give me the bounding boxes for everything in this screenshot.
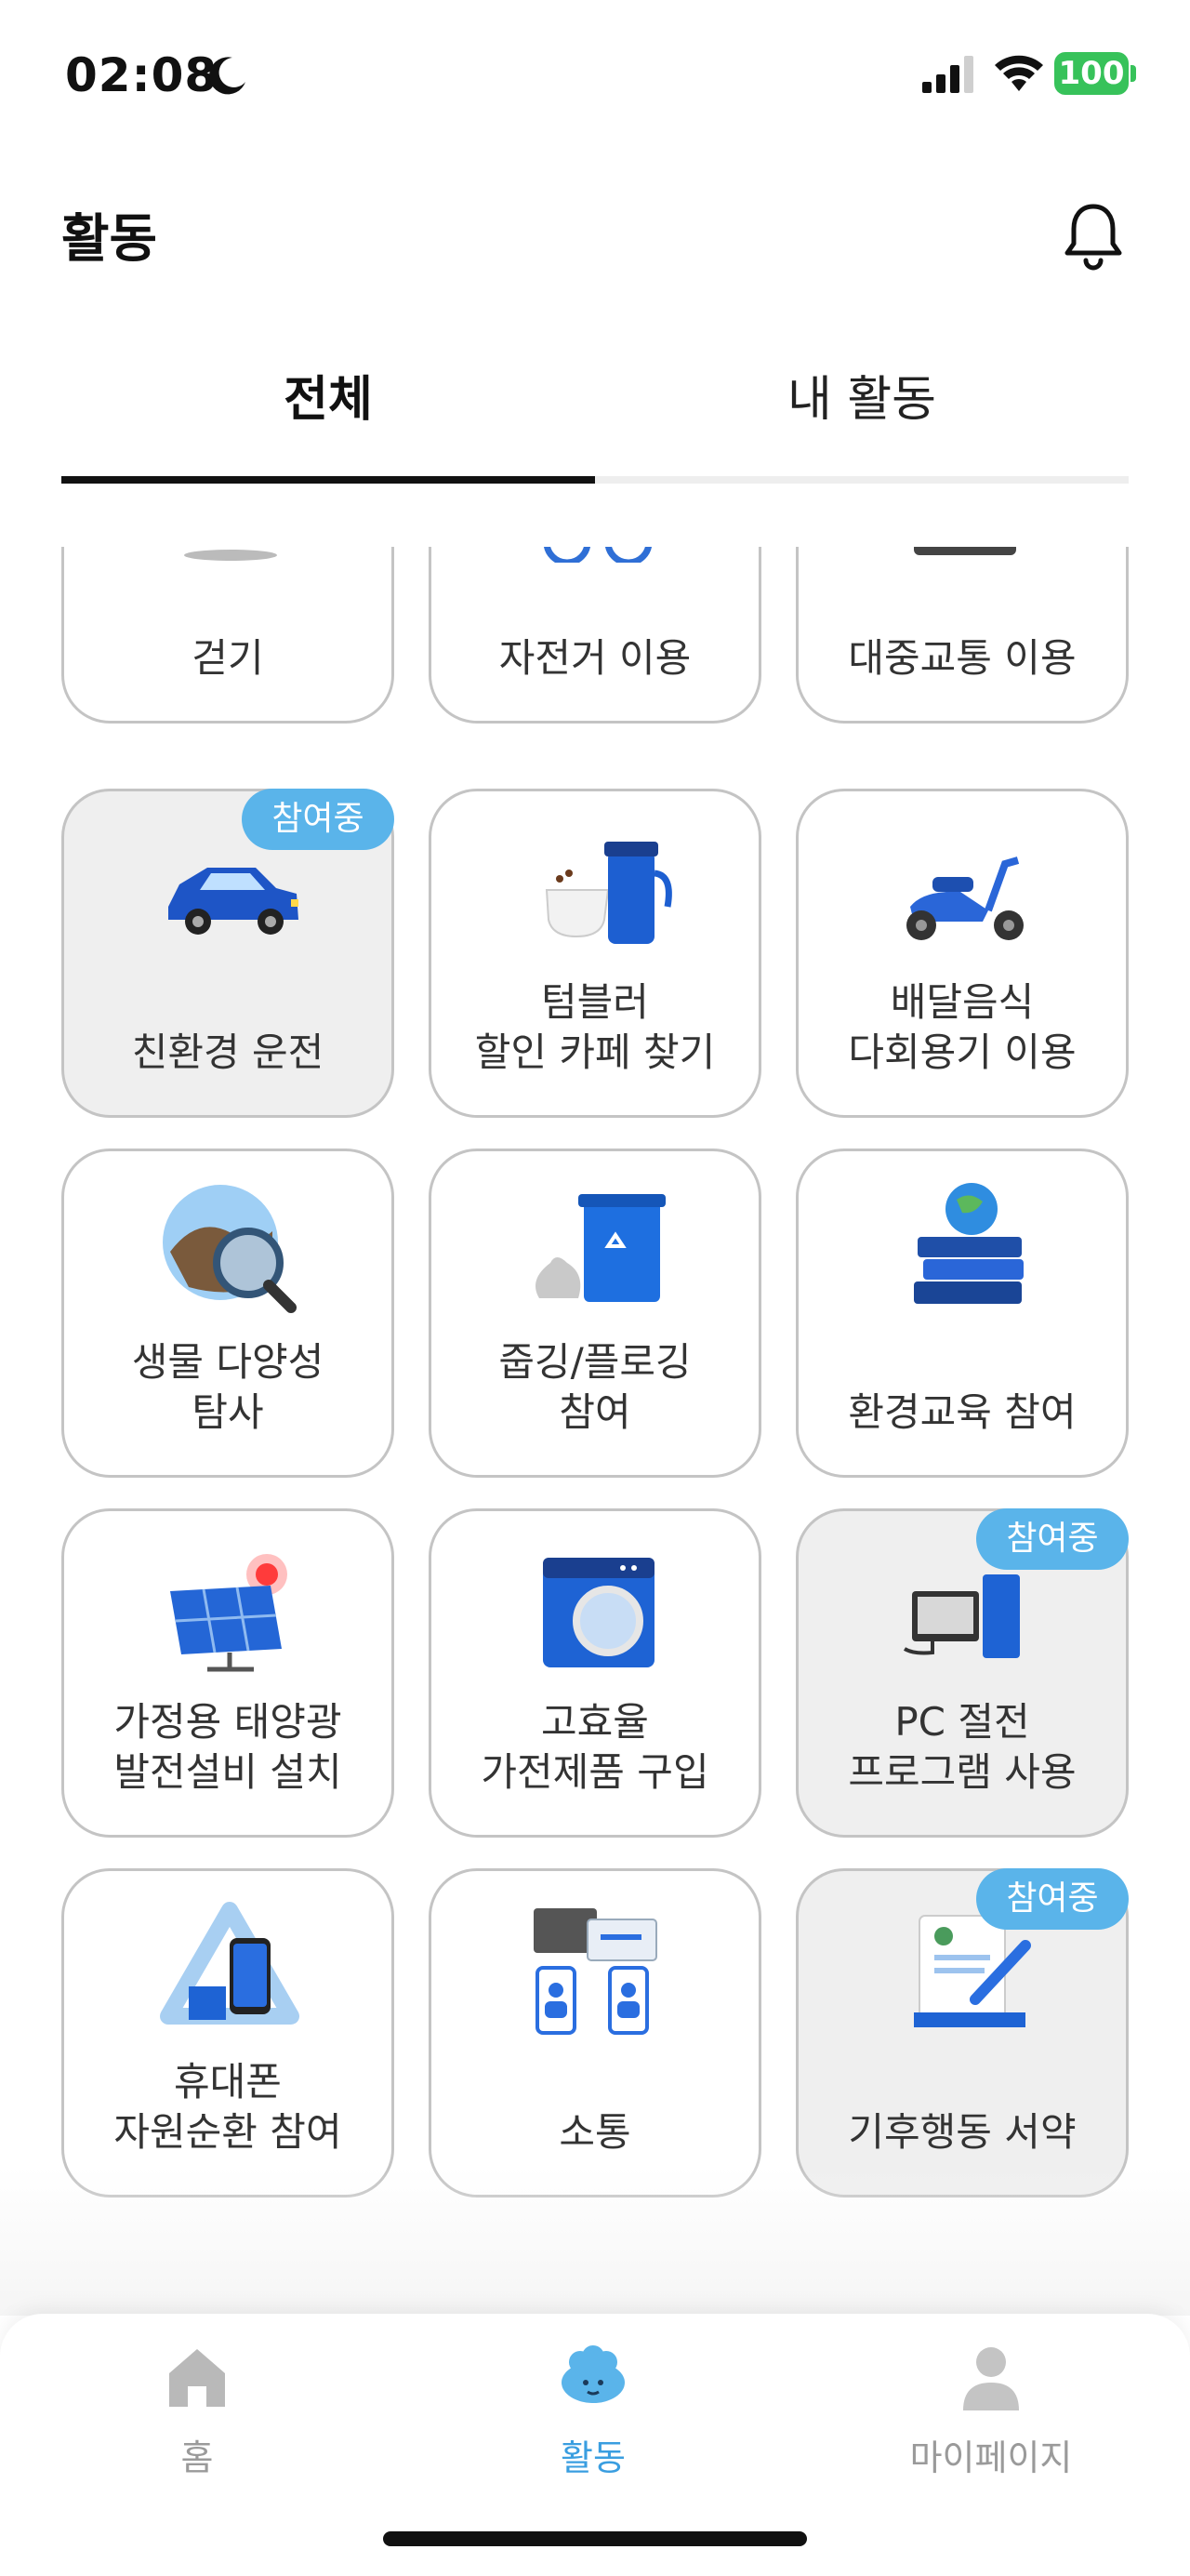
washing-machine-icon: [543, 1558, 654, 1667]
status-bar: 02:08 100: [0, 0, 1190, 149]
activity-label: 환경교육 참여: [848, 1389, 1077, 1435]
battery-indicator: 100: [1054, 52, 1129, 95]
activity-label: 소통: [559, 2109, 631, 2155]
home-icon: [169, 2349, 225, 2407]
tab-bar: 전체 내 활동: [61, 353, 1129, 484]
page-title: 활동: [61, 209, 158, 270]
activity-card-bicycle[interactable]: 자전거 이용: [429, 547, 761, 724]
activity-label: 배달음식 다회용기 이용: [848, 979, 1077, 1075]
tab-active-indicator: [61, 476, 595, 484]
solar-panel-icon: [170, 1554, 287, 1672]
activity-label: 휴대폰 자원순환 참여: [113, 2059, 342, 2155]
activity-card-biodiversity[interactable]: 생물 다양성 탐사: [61, 1149, 394, 1478]
activity-label: 텀블러 할인 카페 찾기: [474, 979, 716, 1075]
moon-icon: [209, 57, 245, 95]
participating-badge: 참여중: [242, 789, 394, 850]
status-time: 02:08: [65, 48, 218, 102]
activity-card-walking[interactable]: 걷기: [61, 547, 394, 724]
recycle-bin-icon: [536, 1194, 666, 1302]
participating-badge: 참여중: [976, 1868, 1129, 1930]
activity-label: 고효율 가전제품 구입: [481, 1699, 709, 1795]
activity-character-icon: [562, 2345, 625, 2403]
activity-card-eco-driving[interactable]: 참여중 친환경 운전: [61, 789, 394, 1118]
activity-card-phone-recycling[interactable]: 휴대폰 자원순환 참여: [61, 1868, 394, 2198]
walking-icon: [184, 550, 277, 561]
nav-label: 홈: [180, 2437, 214, 2478]
tab-my-activities[interactable]: 내 활동: [595, 353, 1129, 469]
nav-home[interactable]: 홈: [76, 2342, 318, 2490]
activity-grid: 걷기 자전거 이용 대중교통 이용 참여중 친환경 운전 텀블러 할인 카페 찾…: [0, 547, 1190, 2314]
activity-card-efficient-appliance[interactable]: 고효율 가전제품 구입: [429, 1508, 761, 1838]
phone-recycle-icon: [160, 1902, 299, 2025]
nav-mypage[interactable]: 마이페이지: [870, 2342, 1112, 2490]
tab-all[interactable]: 전체: [61, 353, 595, 469]
activity-label: 가정용 태양광 발전설비 설치: [113, 1699, 342, 1795]
magnifier-globe-icon: [163, 1185, 297, 1313]
home-indicator: [383, 2531, 807, 2546]
activity-label: 걷기: [192, 635, 264, 681]
nav-label: 활동: [561, 2437, 626, 2478]
activity-label: 기후행동 서약: [848, 2109, 1077, 2155]
profile-icon: [963, 2347, 1019, 2410]
activity-card-solar-panel[interactable]: 가정용 태양광 발전설비 설치: [61, 1508, 394, 1838]
cellular-signal-icon: [922, 56, 973, 93]
activity-card-communication[interactable]: 소통: [429, 1868, 761, 2198]
scroll-fade: [0, 2167, 1190, 2316]
activity-label: 자전거 이용: [498, 635, 692, 681]
activity-card-climate-pledge[interactable]: 참여중 기후행동 서약: [796, 1868, 1129, 2198]
activity-label: 생물 다양성 탐사: [131, 1339, 324, 1435]
activity-card-pc-power-saving[interactable]: 참여중 PC 절전 프로그램 사용: [796, 1508, 1129, 1838]
chat-people-icon: [534, 1908, 657, 2035]
wifi-icon: [995, 55, 1043, 91]
scooter-icon: [906, 856, 1024, 940]
activity-card-plogging[interactable]: 줍깅/플로깅 참여: [429, 1149, 761, 1478]
battery-tip: [1130, 65, 1136, 82]
activity-card-environment-education[interactable]: 환경교육 참여: [796, 1149, 1129, 1478]
nav-label: 마이페이지: [909, 2437, 1073, 2478]
nav-activity[interactable]: 활동: [472, 2342, 714, 2490]
activity-label: PC 절전 프로그램 사용: [848, 1699, 1077, 1795]
public-transport-icon: [914, 547, 1016, 555]
books-globe-icon: [914, 1183, 1024, 1304]
activity-card-public-transport[interactable]: 대중교통 이용: [796, 547, 1129, 724]
bicycle-icon: [544, 547, 652, 563]
activity-label: 친환경 운전: [131, 1029, 324, 1075]
activity-card-delivery-container[interactable]: 배달음식 다회용기 이용: [796, 789, 1129, 1118]
activity-label: 대중교통 이용: [848, 635, 1077, 681]
tumbler-icon: [545, 842, 672, 944]
notification-bell-icon[interactable]: [1060, 201, 1127, 272]
activity-label: 줍깅/플로깅 참여: [498, 1339, 692, 1435]
participating-badge: 참여중: [976, 1508, 1129, 1570]
activity-card-tumbler[interactable]: 텀블러 할인 카페 찾기: [429, 789, 761, 1118]
